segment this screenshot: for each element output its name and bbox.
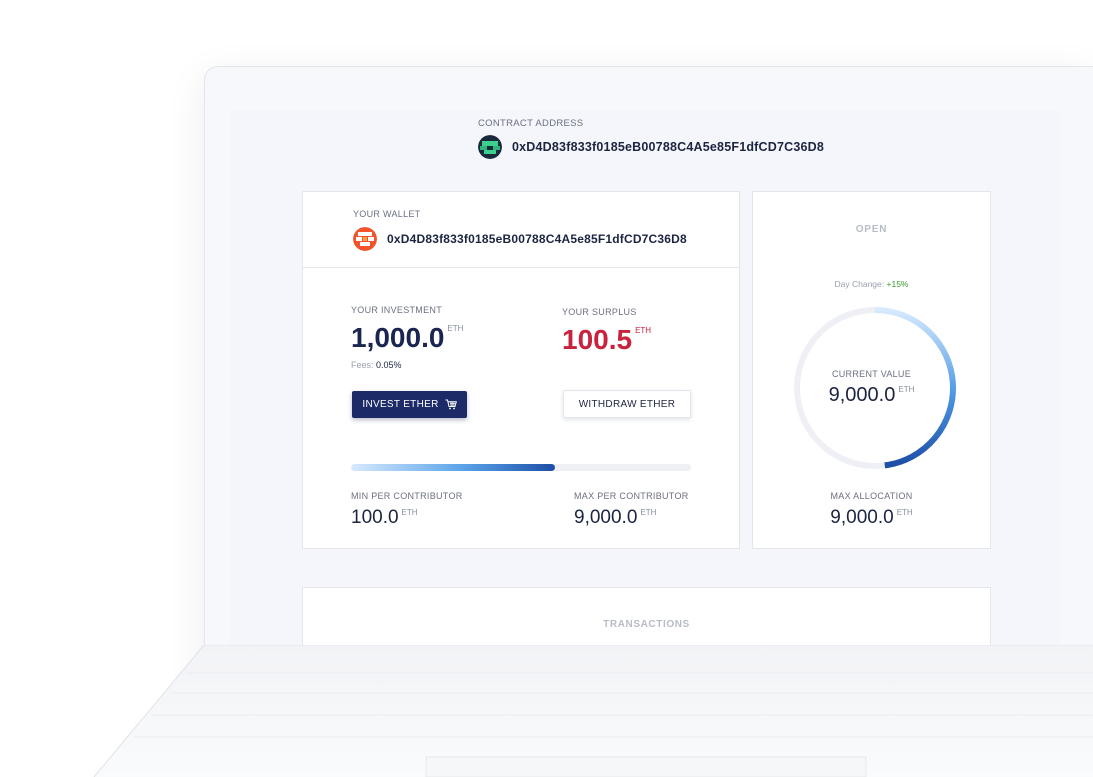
- transactions-card: TRANSACTIONS: [302, 587, 991, 645]
- wallet-address-value[interactable]: 0xD4D83f833f0185eB00788C4A5e85F1dfCD7C36…: [387, 232, 687, 246]
- investment-unit: ETH: [447, 324, 464, 333]
- investment-label: YOUR INVESTMENT: [351, 305, 443, 315]
- contract-address-section: CONTRACT ADDRESS 0xD4D83f833f0185eB00788…: [478, 118, 824, 159]
- surplus-unit: ETH: [635, 326, 652, 335]
- contribution-progress-fill: [351, 464, 555, 471]
- day-change-label: Day Change:: [834, 279, 885, 289]
- current-value-unit: ETH: [898, 385, 915, 394]
- contribution-progress-bar: [351, 464, 691, 471]
- wallet-identicon-avatar: [353, 227, 377, 251]
- contract-identicon-avatar: [478, 135, 502, 159]
- surplus-label: YOUR SURPLUS: [562, 307, 637, 317]
- contract-address-value[interactable]: 0xD4D83f833f0185eB00788C4A5e85F1dfCD7C36…: [512, 140, 824, 154]
- fees-value: 0.05%: [376, 360, 402, 370]
- invest-ether-label: INVEST ETHER: [362, 399, 439, 410]
- min-contributor-value: 100.0: [351, 507, 399, 528]
- withdraw-ether-button[interactable]: WITHDRAW ETHER: [563, 390, 691, 418]
- status-card: OPEN Day Change: +15% CURRENT VALUE 9,00…: [752, 191, 991, 549]
- laptop-keyboard-base: [93, 645, 1093, 777]
- cart-icon: [445, 399, 457, 410]
- min-contributor-label: MIN PER CONTRIBUTOR: [351, 491, 463, 501]
- contract-address-label: CONTRACT ADDRESS: [478, 118, 584, 129]
- day-change: Day Change: +15%: [753, 279, 990, 289]
- min-contributor-block: MIN PER CONTRIBUTOR 100.0 ETH: [351, 491, 463, 528]
- status-label: OPEN: [855, 224, 888, 235]
- invest-ether-button[interactable]: INVEST ETHER: [352, 391, 467, 418]
- day-change-value: +15%: [886, 279, 909, 289]
- max-allocation-value: 9,000.0: [830, 507, 894, 528]
- transactions-title: TRANSACTIONS: [603, 619, 690, 630]
- app-screen: CONTRACT ADDRESS 0xD4D83f833f0185eB00788…: [230, 110, 1060, 645]
- current-value-block: CURRENT VALUE 9,000.0 ETH: [753, 369, 990, 406]
- wallet-card: YOUR WALLET 0xD4D83f833f0185eB00788C4A5e…: [302, 191, 740, 549]
- investment-value: 1,000.0: [351, 322, 445, 353]
- max-contributor-block: MAX PER CONTRIBUTOR 9,000.0 ETH: [574, 491, 689, 528]
- max-contributor-label: MAX PER CONTRIBUTOR: [574, 491, 689, 501]
- investment-block: YOUR INVESTMENT 1,000.0 ETH Fees: 0.05%: [351, 305, 463, 370]
- wallet-header: YOUR WALLET 0xD4D83f833f0185eB00788C4A5e…: [303, 192, 739, 268]
- min-contributor-unit: ETH: [401, 508, 418, 517]
- current-value-value: 9,000.0: [828, 384, 896, 406]
- max-contributor-unit: ETH: [640, 508, 657, 517]
- wallet-label: YOUR WALLET: [353, 209, 421, 219]
- max-contributor-value: 9,000.0: [574, 507, 638, 528]
- max-allocation-label: MAX ALLOCATION: [830, 491, 913, 501]
- surplus-value: 100.5: [562, 324, 633, 355]
- surplus-block: YOUR SURPLUS 100.5 ETH: [562, 307, 651, 354]
- current-value-label: CURRENT VALUE: [831, 369, 912, 379]
- max-allocation-unit: ETH: [896, 508, 913, 517]
- max-allocation-block: MAX ALLOCATION 9,000.0 ETH: [753, 491, 990, 528]
- fees-label: Fees:: [351, 360, 374, 370]
- withdraw-ether-label: WITHDRAW ETHER: [578, 398, 676, 410]
